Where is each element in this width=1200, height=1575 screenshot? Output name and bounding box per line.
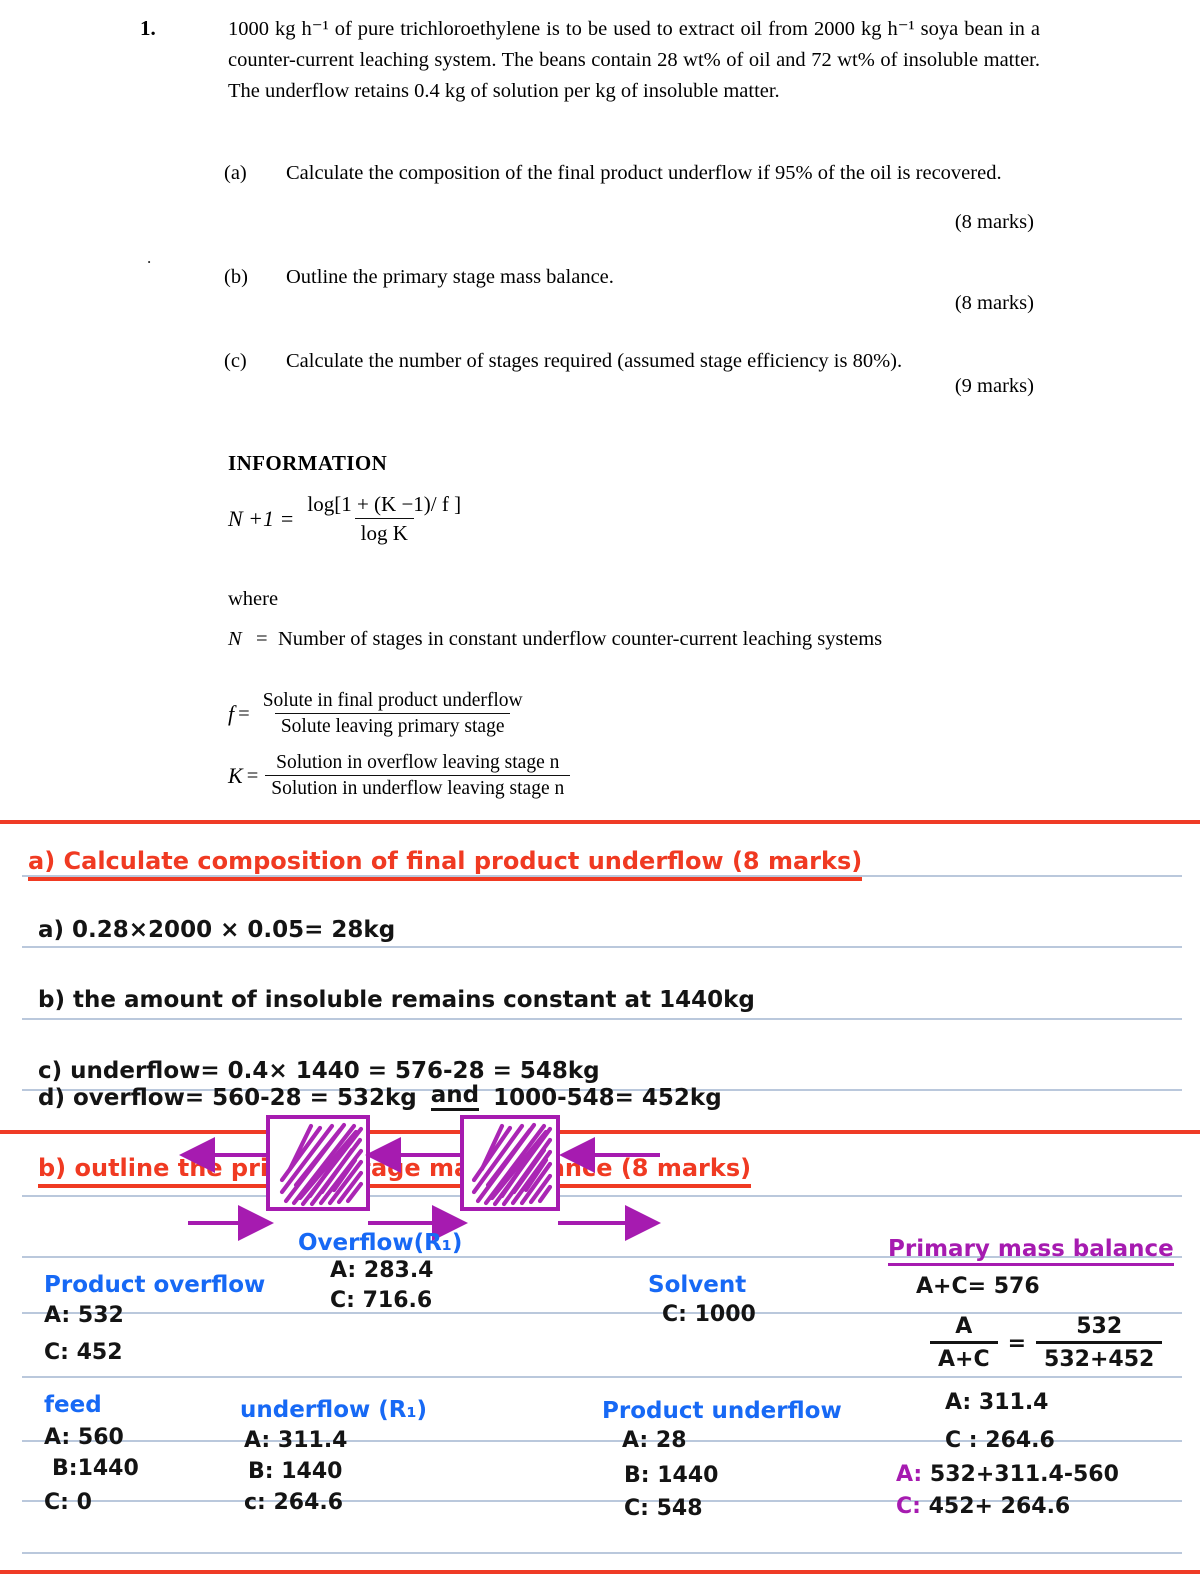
underflow-row-a: A: 311.4 bbox=[244, 1428, 348, 1453]
formula-denominator: log K bbox=[354, 518, 414, 546]
notes-line-d-pre: d) overflow= 560-28 = 532kg bbox=[38, 1085, 417, 1111]
overflow-row-a: A: 283.4 bbox=[330, 1258, 434, 1283]
product-underflow-row-a: A: 28 bbox=[622, 1428, 687, 1453]
ruled-line bbox=[22, 1376, 1182, 1378]
notes-line-d: d) overflow= 560-28 = 532kg and 1000-548… bbox=[38, 1082, 722, 1111]
handwritten-notes-area: a) Calculate composition of final produc… bbox=[0, 820, 1200, 1575]
question-part-a-text: Calculate the composition of the final p… bbox=[286, 162, 1002, 184]
information-heading: INFORMATION bbox=[228, 451, 388, 475]
ruled-line bbox=[22, 1552, 1182, 1554]
product-overflow-title: Product overflow bbox=[44, 1272, 266, 1298]
notes-line-d-and: and bbox=[430, 1082, 480, 1111]
definition-K-denominator: Solution in underflow leaving stage n bbox=[265, 775, 571, 800]
product-underflow-title: Product underflow bbox=[602, 1398, 842, 1424]
solvent-title: Solvent bbox=[648, 1272, 747, 1298]
balance-fraction-left-denominator: A+C bbox=[930, 1341, 998, 1372]
definition-N-symbol: N bbox=[228, 628, 242, 650]
definition-f-denominator: Solute leaving primary stage bbox=[274, 713, 511, 738]
question-part-a: (a) Calculate the composition of the fin… bbox=[224, 158, 1034, 189]
formula-numerator: log[1 + (K −1)/ f ] bbox=[307, 492, 462, 516]
notes-heading-b: b) outline the primary stage mass balanc… bbox=[38, 1154, 752, 1188]
balance-fraction-left: A A+C bbox=[930, 1314, 998, 1372]
product-underflow-row-b: B: 1440 bbox=[624, 1463, 719, 1488]
question-stem: 1000 kg h⁻¹ of pure trichloroethylene is… bbox=[228, 18, 1040, 103]
definition-N-equals: = bbox=[256, 628, 268, 650]
balance-sum-a: A: 532+311.4-560 bbox=[896, 1462, 1119, 1487]
balance-sum-a-value: 532+311.4-560 bbox=[929, 1462, 1119, 1487]
definition-K-fraction: Solution in overflow leaving stage n Sol… bbox=[265, 752, 571, 800]
ruled-line bbox=[22, 946, 1182, 948]
question-part-a-marks: (8 marks) bbox=[954, 211, 1034, 233]
definition-K-equals: = bbox=[246, 764, 259, 787]
notes-line-a: a) 0.28×2000 × 0.05= 28kg bbox=[38, 917, 396, 943]
balance-fraction-right: 532 532+452 bbox=[1036, 1314, 1163, 1372]
where-label: where bbox=[228, 588, 279, 610]
definition-K: K = Solution in overflow leaving stage n… bbox=[228, 752, 571, 800]
balance-sum-c-value: 452+ 264.6 bbox=[928, 1494, 1071, 1519]
notes-heading-a: a) Calculate composition of final produc… bbox=[28, 847, 863, 881]
notes-line-b: b) the amount of insoluble remains const… bbox=[38, 987, 755, 1013]
balance-result-a: A: 311.4 bbox=[945, 1390, 1049, 1415]
stray-ink-dot: . bbox=[147, 248, 152, 267]
underflow-row-b: B: 1440 bbox=[248, 1459, 343, 1484]
definition-f-symbol: f bbox=[228, 701, 235, 726]
definition-f-numerator: Solute in final product underflow bbox=[262, 690, 523, 711]
red-separator-bottom bbox=[0, 1570, 1200, 1574]
solvent-row-c: C: 1000 bbox=[662, 1302, 756, 1327]
balance-result-c: C : 264.6 bbox=[945, 1428, 1055, 1453]
red-separator-top bbox=[0, 820, 1200, 824]
ruled-line bbox=[22, 1018, 1182, 1020]
definition-N-text: Number of stages in constant underflow c… bbox=[278, 628, 883, 650]
definition-K-numerator: Solution in overflow leaving stage n bbox=[276, 752, 560, 773]
balance-fraction-equation: A A+C = 532 532+452 bbox=[930, 1314, 1163, 1372]
balance-equation-1: A+C= 576 bbox=[916, 1274, 1040, 1299]
notes-line-d-post: 1000-548= 452kg bbox=[493, 1085, 722, 1111]
definition-f: f = Solute in final product underflow So… bbox=[228, 690, 529, 738]
printed-question-block: 1. 1000 kg h⁻¹ of pure trichloroethylene… bbox=[0, 0, 1200, 820]
definition-f-fraction: Solute in final product underflow Solute… bbox=[257, 690, 529, 738]
balance-sum-c-label: C: bbox=[896, 1494, 921, 1519]
definition-N: N = Number of stages in constant underfl… bbox=[228, 624, 944, 655]
product-overflow-row-a: A: 532 bbox=[44, 1303, 124, 1328]
question-number: 1. bbox=[140, 16, 156, 40]
red-separator-middle bbox=[0, 1130, 1200, 1134]
formula-left-side: N +1 = bbox=[228, 506, 295, 531]
question-part-c-marks: (9 marks) bbox=[954, 375, 1034, 397]
stage-number-formula: N +1 = log[1 + (K −1)/ f ] log K bbox=[228, 492, 467, 546]
product-overflow-row-c: C: 452 bbox=[44, 1340, 123, 1365]
product-underflow-row-c: C: 548 bbox=[624, 1496, 703, 1521]
balance-heading: Primary mass balance bbox=[888, 1236, 1174, 1266]
definition-K-symbol: K bbox=[228, 763, 243, 788]
balance-fraction-right-numerator: 532 bbox=[1076, 1314, 1123, 1339]
underflow-title: underflow (R₁) bbox=[240, 1397, 428, 1423]
notes-line-c: c) underflow= 0.4× 1440 = 576-28 = 548kg bbox=[38, 1058, 600, 1084]
feed-row-b: B:1440 bbox=[52, 1456, 139, 1481]
definition-f-equals: = bbox=[238, 702, 250, 725]
balance-fraction-equals: = bbox=[1007, 1330, 1027, 1356]
formula-fraction: log[1 + (K −1)/ f ] log K bbox=[301, 492, 467, 546]
ruled-line bbox=[22, 1195, 1182, 1197]
balance-sum-a-label: A: bbox=[896, 1462, 923, 1487]
balance-sum-c: C: 452+ 264.6 bbox=[896, 1494, 1070, 1519]
overflow-row-c: C: 716.6 bbox=[330, 1288, 433, 1313]
underflow-row-c: c: 264.6 bbox=[244, 1490, 344, 1515]
balance-fraction-right-denominator: 532+452 bbox=[1036, 1341, 1163, 1372]
feed-title: feed bbox=[44, 1392, 102, 1418]
feed-row-c: C: 0 bbox=[44, 1490, 92, 1515]
balance-fraction-left-numerator: A bbox=[955, 1314, 973, 1339]
question-part-a-label: (a) bbox=[224, 162, 247, 184]
overflow-title: Overflow(R₁) bbox=[298, 1230, 463, 1256]
feed-row-a: A: 560 bbox=[44, 1425, 124, 1450]
question-part-b-marks: (8 marks) bbox=[954, 292, 1034, 314]
